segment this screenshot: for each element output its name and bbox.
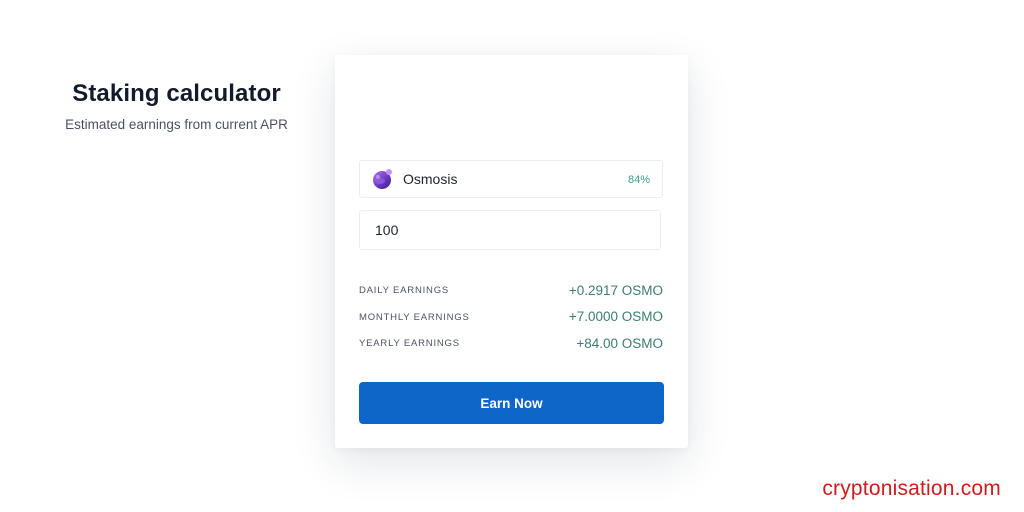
page-subtitle: Estimated earnings from current APR [65,117,288,132]
monthly-earnings-label: MONTHLY EARNINGS [359,312,470,323]
page-title: Staking calculator [72,80,281,107]
staking-calculator-card: Osmosis 84% DAILY EARNINGS +0.2917 OSMO … [335,55,688,448]
asset-apr-value: 84% [627,174,650,186]
asset-selector[interactable]: Osmosis 84% [359,160,663,198]
yearly-earnings-value: +84.00 OSMO [576,336,663,351]
page-stage: Staking calculator Estimated earnings fr… [0,0,1024,512]
daily-earnings-label: DAILY EARNINGS [359,285,450,296]
daily-earnings-value: +0.2917 OSMO [568,283,663,298]
asset-name: Osmosis [403,171,458,187]
monthly-earnings-value: +7.0000 OSMO [568,309,663,324]
earn-now-button[interactable]: Earn Now [359,382,664,424]
osmosis-logo-icon [373,169,392,189]
stake-amount-input[interactable] [359,210,661,250]
yearly-earnings-label: YEARLY EARNINGS [359,338,460,349]
site-watermark: cryptonisation.com [822,477,1001,500]
